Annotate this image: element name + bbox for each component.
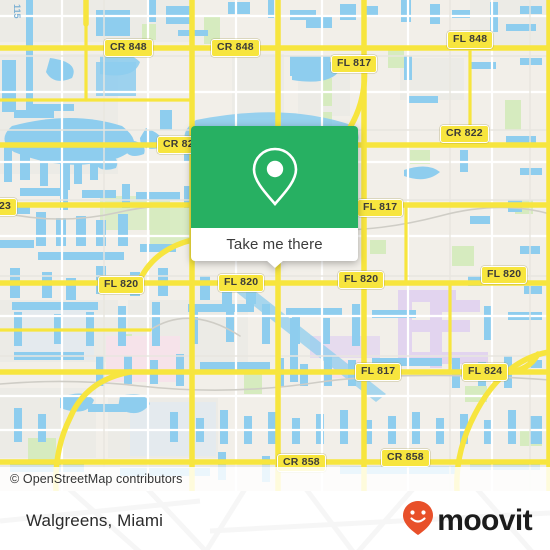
road-shield[interactable]: FL 820 (98, 276, 145, 294)
canal-label: 115 (12, 4, 22, 19)
road-shield[interactable]: FL 820 (218, 274, 265, 292)
map-canvas[interactable]: .w { fill:#8ecdee; } .wl { stroke:#8ecde… (0, 0, 550, 491)
page-title: Walgreens, Miami (26, 510, 164, 530)
road-shield[interactable]: CR 848 (104, 39, 153, 57)
road-shield[interactable]: CR 858 (381, 449, 430, 467)
popup-action-area[interactable]: Take me there (191, 228, 358, 268)
road-shield[interactable]: FL 820 (338, 271, 385, 289)
road-shield[interactable]: CR 848 (211, 39, 260, 57)
road-shield[interactable]: FL 824 (462, 363, 509, 381)
road-shield[interactable]: FL 817 (355, 363, 402, 381)
moovit-wordmark: moovit (437, 503, 532, 537)
road-shield[interactable]: FL 820 (481, 266, 528, 284)
road-shield[interactable]: FL 817 (357, 199, 404, 217)
moovit-logo[interactable]: moovit (402, 500, 533, 541)
map-screenshot: .w { fill:#8ecdee; } .wl { stroke:#8ecde… (0, 0, 550, 550)
road-shield[interactable]: FL 817 (331, 55, 378, 73)
road-shield[interactable]: CR 822 (440, 125, 489, 143)
map-pin-icon (248, 145, 302, 209)
location-popup-card[interactable]: Take me there (191, 126, 358, 268)
popup-tail-pointer (265, 260, 284, 268)
moovit-pin-smile-icon (402, 500, 434, 541)
road-shield[interactable]: FL 848 (447, 31, 494, 49)
attribution-text: © OpenStreetMap contributors (10, 472, 183, 486)
popup-icon-area (191, 126, 358, 228)
map-attribution: © OpenStreetMap contributors (0, 467, 550, 491)
take-me-there-label: Take me there (226, 236, 323, 253)
footer-bar: Walgreens, Miami moovit (0, 491, 550, 550)
road-shield[interactable]: 23 (0, 198, 18, 216)
